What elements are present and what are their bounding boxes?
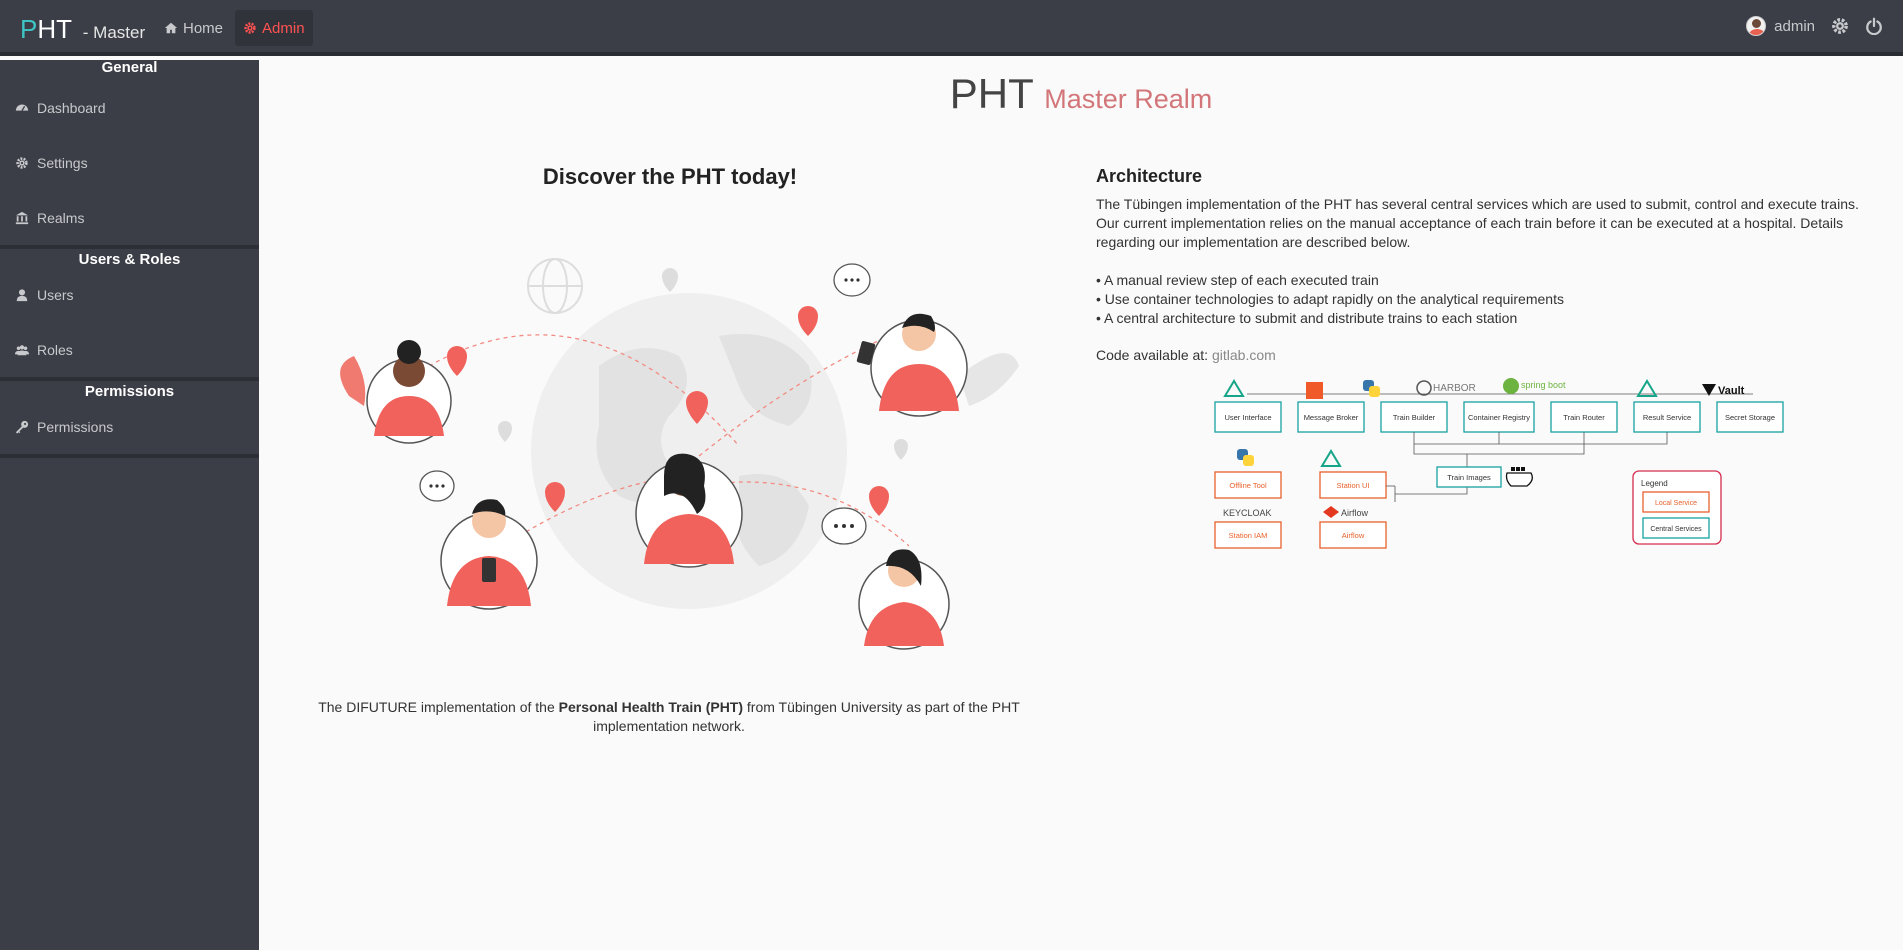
local-station-ui: Station UI <box>1337 481 1370 490</box>
harbor-logo <box>1416 380 1432 396</box>
nav-home[interactable]: Home <box>156 10 231 46</box>
python-logo-2 <box>1237 449 1254 466</box>
bullet-item: • A manual review step of each executed … <box>1096 272 1379 288</box>
nav-home-label: Home <box>183 19 224 37</box>
settings-gear-icon[interactable] <box>1831 17 1849 35</box>
page-title-realm: Master Realm <box>1044 84 1213 114</box>
users-icon <box>15 344 29 355</box>
harbor-logo-text: HARBOR <box>1433 383 1476 394</box>
key-icon <box>15 420 29 434</box>
caption-bold: Personal Health Train (PHT) <box>558 699 744 715</box>
local-airflow: Airflow <box>1342 531 1365 540</box>
top-navbar: PHT - Master Home Admin admin <box>0 0 1903 56</box>
section-title-users-roles: Users & Roles <box>0 245 259 268</box>
sidebar-item-roles[interactable]: Roles <box>0 322 259 377</box>
avatar <box>1746 16 1767 36</box>
gitlab-link[interactable]: gitlab.com <box>1212 347 1276 363</box>
service-train-builder: Train Builder <box>1393 413 1436 422</box>
main-content: PHT Master Realm Discover the PHT today! <box>259 60 1903 950</box>
sidebar: General Dashboard Settings Realms Users … <box>0 60 259 950</box>
sidebar-item-label: Permissions <box>37 418 114 435</box>
page-title: PHT Master Realm <box>259 70 1903 118</box>
dashboard-icon <box>15 104 29 111</box>
keycloak-logo: KEYCLOAK <box>1223 508 1272 518</box>
code-label: Code available at: <box>1096 347 1209 363</box>
discover-heading: Discover the PHT today! <box>542 164 798 189</box>
bullet-item: • Use container technologies to adapt ra… <box>1096 291 1564 307</box>
sidebar-item-label: Users <box>37 286 74 303</box>
service-result-service: Result Service <box>1643 413 1691 422</box>
service-message-broker: Message Broker <box>1304 413 1359 422</box>
sidebar-item-permissions[interactable]: Permissions <box>0 399 259 454</box>
brand-subtitle: - Master <box>82 23 146 42</box>
bank-icon <box>15 211 29 224</box>
legend-central: Central Services <box>1650 526 1702 533</box>
brand-logo[interactable]: PHT - Master <box>20 14 145 45</box>
power-icon[interactable] <box>1865 17 1883 35</box>
airflow-logo: Airflow <box>1341 508 1369 518</box>
page-title-pht: PHT <box>949 70 1034 117</box>
sidebar-item-realms[interactable]: Realms <box>0 190 259 245</box>
architecture-title: Architecture <box>1096 166 1203 186</box>
user-menu: admin <box>1746 16 1883 36</box>
spring-logo-text: spring boot <box>1521 380 1566 390</box>
sidebar-item-label: Dashboard <box>37 99 106 116</box>
architecture-description: The Tübingen implementation of the PHT h… <box>1096 196 1859 250</box>
sidebar-item-label: Realms <box>37 209 85 226</box>
vault-logo-text: Vault <box>1718 385 1745 397</box>
gear-icon <box>16 156 28 169</box>
sidebar-item-users[interactable]: Users <box>0 267 259 322</box>
architecture-diagram: HARBOR spring boot Vault User Interface … <box>1214 378 1784 549</box>
architecture-section: Architecture The Tübingen implementation… <box>1096 166 1886 363</box>
service-secret-storage: Secret Storage <box>1725 413 1775 422</box>
spring-logo <box>1503 378 1519 394</box>
service-container-registry: Container Registry <box>1468 413 1530 422</box>
service-user-interface: User Interface <box>1224 413 1271 422</box>
brand-letter-p: P <box>20 14 38 44</box>
sidebar-divider <box>0 454 259 458</box>
central-services: User Interface Message Broker Train Buil… <box>1214 401 1784 433</box>
nuxt-logo <box>1223 379 1245 397</box>
train-images: Train Images <box>1447 473 1491 482</box>
caption-text-1: The DIFUTURE implementation of the <box>318 699 559 715</box>
docker-logo <box>1505 467 1533 487</box>
rabbitmq-logo <box>1306 382 1323 399</box>
section-title-general: General <box>101 59 158 76</box>
illustration-caption: The DIFUTURE implementation of the Perso… <box>289 698 1049 736</box>
local-station-iam: Station IAM <box>1229 531 1268 540</box>
home-icon <box>164 22 178 34</box>
sidebar-item-label: Settings <box>37 154 88 171</box>
sidebar-item-dashboard[interactable]: Dashboard <box>0 80 259 135</box>
nav-admin[interactable]: Admin <box>235 10 313 46</box>
architecture-bullets: • A manual review step of each executed … <box>1096 271 1886 328</box>
code-availability: Code available at: gitlab.com <box>1096 347 1886 363</box>
local-offline-tool: Offline Tool <box>1229 481 1267 490</box>
username: admin <box>1774 17 1815 35</box>
service-train-router: Train Router <box>1563 413 1605 422</box>
legend-local: Local Service <box>1655 500 1697 507</box>
python-logo <box>1363 380 1380 397</box>
legend-title: Legend <box>1641 479 1668 488</box>
nav-admin-label: Admin <box>262 19 305 37</box>
sidebar-item-label: Roles <box>37 341 73 358</box>
cog-icon <box>244 22 256 34</box>
brand-letters-ht: HT <box>37 14 72 44</box>
main-nav: Home Admin <box>156 10 313 46</box>
user-profile[interactable]: admin <box>1746 16 1815 36</box>
section-title-permissions: Permissions <box>0 377 259 400</box>
nuxt-logo-3 <box>1320 449 1342 467</box>
sidebar-item-settings[interactable]: Settings <box>0 135 259 190</box>
people-globe-illustration <box>340 258 1019 650</box>
airflow-pinwheel <box>1323 506 1339 518</box>
bullet-item: • A central architecture to submit and d… <box>1096 310 1518 326</box>
user-icon <box>16 288 28 301</box>
